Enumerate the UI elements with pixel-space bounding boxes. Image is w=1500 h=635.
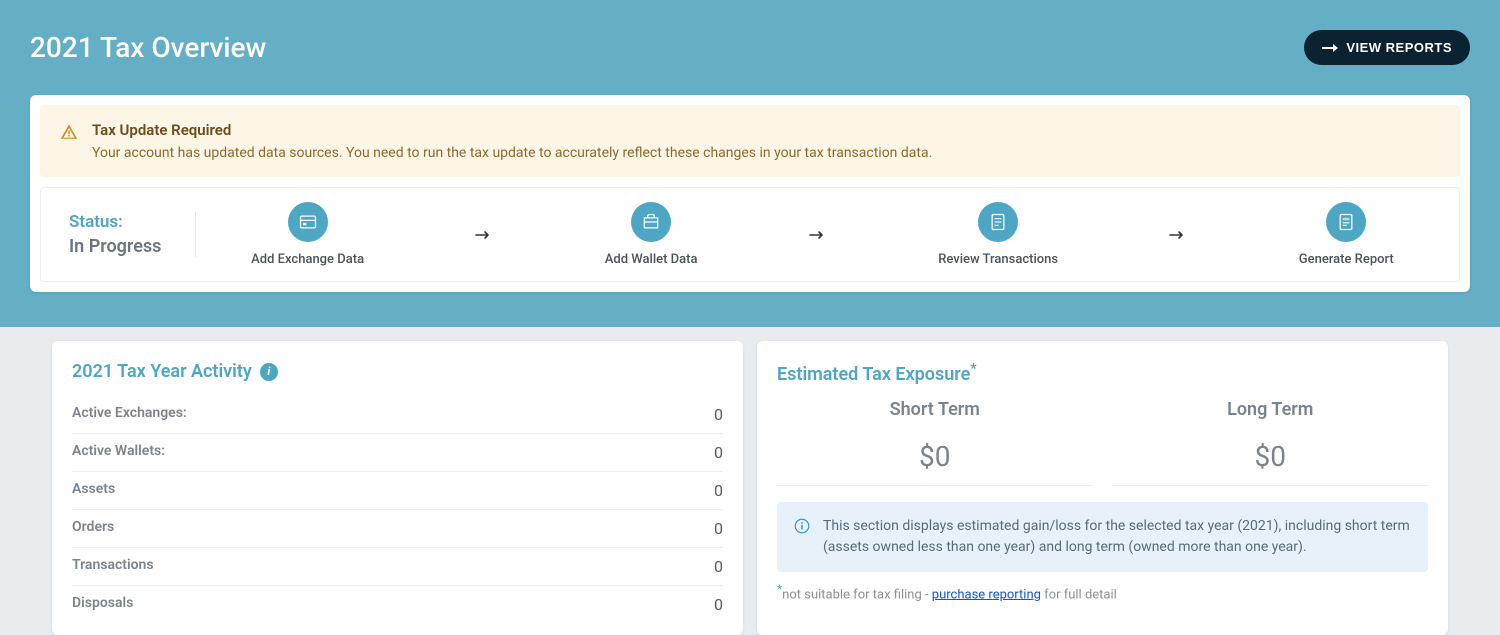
activity-value: 0 [714, 405, 723, 424]
activity-label: Active Wallets: [72, 443, 165, 462]
short-term-value: $0 [777, 440, 1093, 479]
exposure-title-text: Estimated Tax Exposure [777, 364, 970, 385]
step-label: Add Exchange Data [251, 252, 364, 267]
activity-label: Orders [72, 519, 114, 538]
step-label: Generate Report [1299, 252, 1394, 267]
alert-banner: Tax Update Required Your account has upd… [40, 105, 1460, 177]
short-term-label: Short Term [777, 399, 1093, 420]
wallet-icon [631, 202, 671, 242]
step-generate-report[interactable]: Generate Report [1299, 202, 1394, 267]
activity-value: 0 [714, 595, 723, 614]
view-reports-button[interactable]: VIEW REPORTS [1304, 30, 1470, 65]
asterisk-icon: * [970, 361, 976, 377]
steps-container: Add Exchange Data Add Wallet Data [196, 202, 1449, 267]
title-row: 2021 Tax Overview VIEW REPORTS [30, 30, 1470, 65]
long-term-label: Long Term [1113, 399, 1429, 420]
short-term-block: Short Term $0 [777, 399, 1093, 486]
info-icon[interactable]: i [260, 363, 278, 381]
status-row: Status: In Progress Add Exchange Data [40, 187, 1460, 282]
exposure-footnote: *not suitable for tax filing - purchase … [777, 582, 1428, 602]
activity-title-text: 2021 Tax Year Activity [72, 361, 252, 382]
arrow-right-icon [808, 230, 828, 240]
view-reports-label: VIEW REPORTS [1346, 40, 1452, 55]
long-term-block: Long Term $0 [1113, 399, 1429, 486]
long-term-value: $0 [1113, 440, 1429, 479]
activity-row-disposals: Disposals 0 [72, 586, 723, 623]
alert-body: Your account has updated data sources. Y… [92, 145, 932, 161]
activity-row-orders: Orders 0 [72, 510, 723, 548]
status-value: In Progress [69, 236, 177, 257]
activity-label: Active Exchanges: [72, 405, 187, 424]
report-icon [1326, 202, 1366, 242]
footnote-prefix: not suitable for tax filing - [782, 587, 932, 602]
activity-panel: 2021 Tax Year Activity i Active Exchange… [52, 341, 743, 635]
info-icon [793, 517, 811, 558]
step-label: Add Wallet Data [605, 252, 698, 267]
status-block: Status: In Progress [51, 212, 196, 257]
activity-row-exchanges: Active Exchanges: 0 [72, 396, 723, 434]
step-label: Review Transactions [938, 252, 1058, 267]
step-review-transactions[interactable]: Review Transactions [938, 202, 1058, 267]
activity-row-transactions: Transactions 0 [72, 548, 723, 586]
transactions-icon [978, 202, 1018, 242]
step-add-exchange-data[interactable]: Add Exchange Data [251, 202, 364, 267]
page-title: 2021 Tax Overview [30, 31, 266, 64]
activity-value: 0 [714, 557, 723, 576]
activity-label: Disposals [72, 595, 133, 614]
exposure-panel: Estimated Tax Exposure* Short Term $0 Lo… [757, 341, 1448, 635]
arrow-right-icon [474, 230, 494, 240]
alert-title: Tax Update Required [92, 121, 932, 139]
activity-value: 0 [714, 443, 723, 462]
overview-card: Tax Update Required Your account has upd… [30, 95, 1470, 292]
activity-value: 0 [714, 481, 723, 500]
arrow-right-icon [1322, 42, 1338, 54]
activity-title: 2021 Tax Year Activity i [72, 361, 723, 382]
activity-row-assets: Assets 0 [72, 472, 723, 510]
arrow-right-icon [1168, 230, 1188, 240]
activity-label: Transactions [72, 557, 154, 576]
purchase-reporting-link[interactable]: purchase reporting [932, 587, 1041, 602]
exchange-icon [288, 202, 328, 242]
exposure-info-text: This section displays estimated gain/los… [823, 516, 1412, 558]
activity-label: Assets [72, 481, 115, 500]
exposure-title: Estimated Tax Exposure* [777, 361, 1428, 385]
step-add-wallet-data[interactable]: Add Wallet Data [605, 202, 698, 267]
exposure-info-banner: This section displays estimated gain/los… [777, 502, 1428, 572]
footnote-suffix: for full detail [1041, 587, 1117, 602]
terms-row: Short Term $0 Long Term $0 [777, 399, 1428, 486]
status-label: Status: [69, 212, 177, 232]
activity-value: 0 [714, 519, 723, 538]
activity-row-wallets: Active Wallets: 0 [72, 434, 723, 472]
warning-icon [60, 123, 78, 161]
